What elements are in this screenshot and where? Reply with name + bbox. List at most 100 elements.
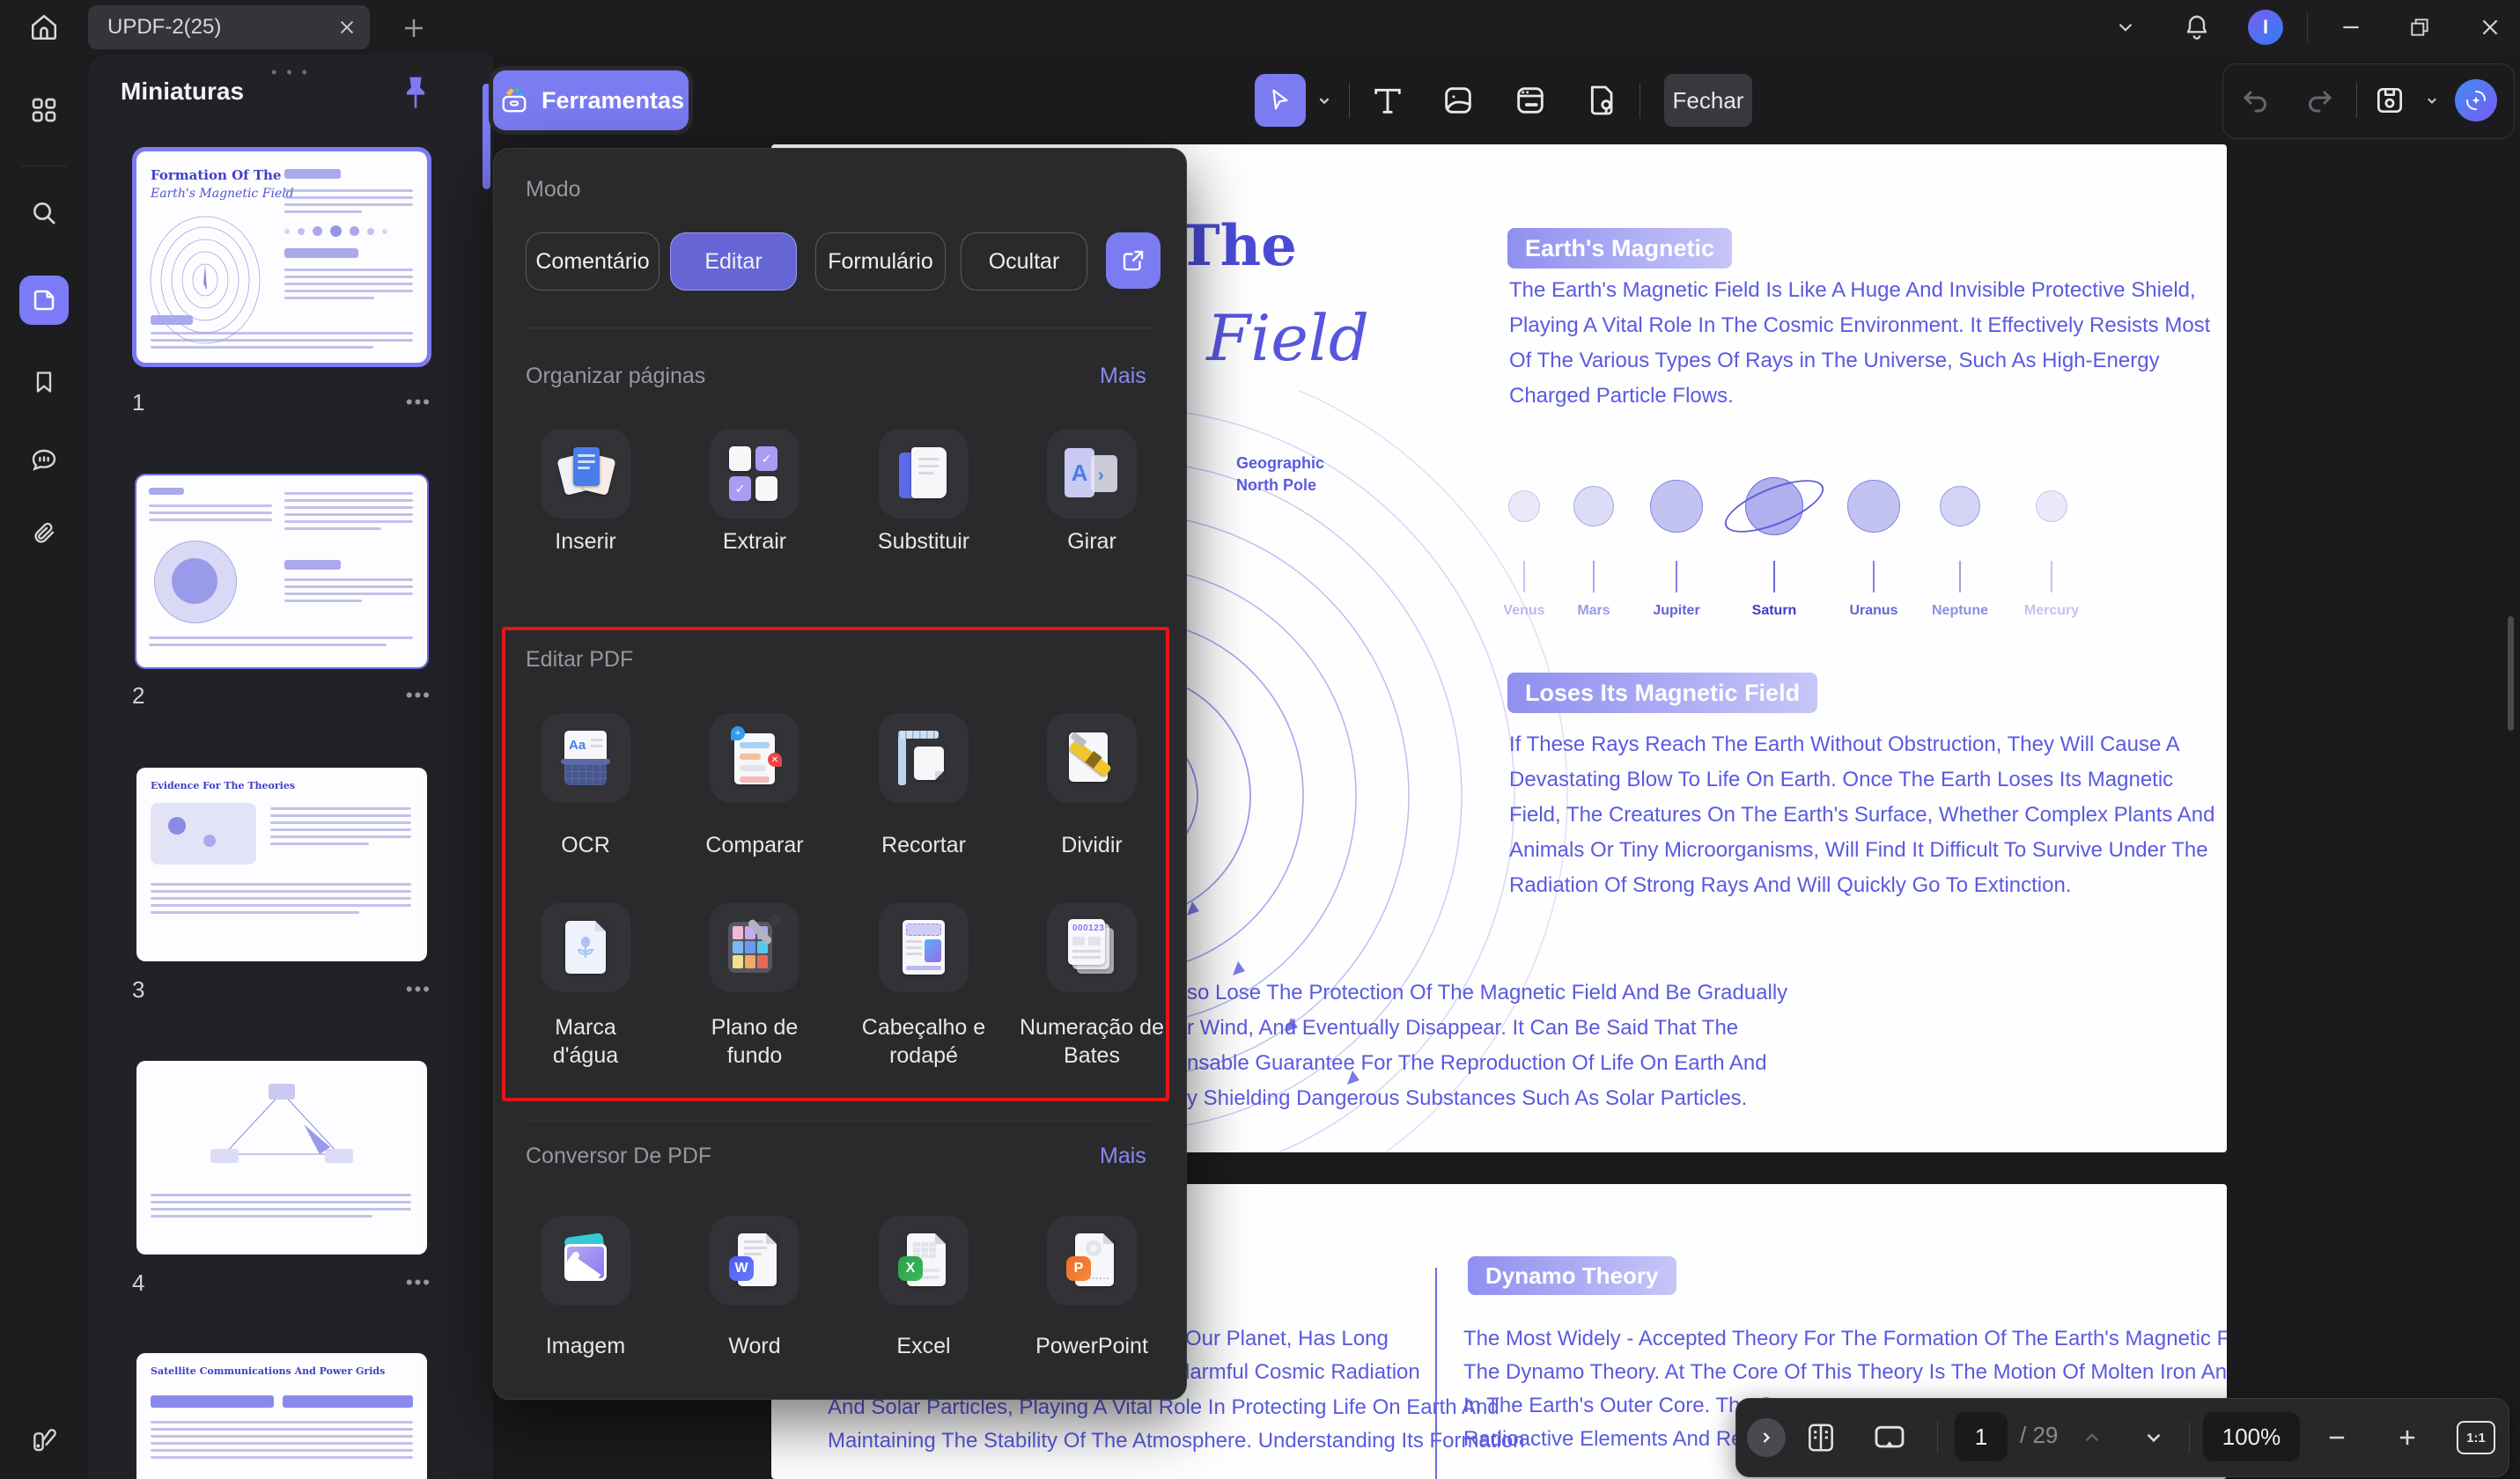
mode-hide-button[interactable]: Ocultar: [961, 232, 1087, 291]
tile-excel[interactable]: X: [879, 1216, 969, 1306]
cursor-arrow-icon: [1267, 87, 1293, 114]
save-icon[interactable]: [2367, 77, 2413, 123]
planet-mercury: Mercury: [2009, 460, 2094, 619]
restore-window-icon[interactable]: [2400, 12, 2439, 42]
save-dropdown-icon[interactable]: [2416, 77, 2448, 123]
thumb4-menu-icon[interactable]: •••: [406, 1271, 431, 1294]
zoom-in-icon[interactable]: [2388, 1418, 2427, 1457]
ferramentas-label: Ferramentas: [542, 87, 684, 114]
tab-close-icon[interactable]: [329, 10, 365, 45]
thumb3-number-row: 3 •••: [132, 975, 431, 1004]
planet-neptune: Neptune: [1918, 460, 2002, 619]
ferramentas-button[interactable]: Ferramentas: [493, 70, 689, 130]
tile-excel-label: Excel: [839, 1332, 1008, 1360]
thumbnail-page-3[interactable]: Evidence For The Theories: [136, 768, 427, 961]
attachments-paperclip-icon[interactable]: [19, 509, 69, 558]
thumbnail-page-2[interactable]: [136, 475, 427, 667]
tabs-dropdown-icon[interactable]: [2108, 12, 2143, 42]
presentation-mode-icon[interactable]: [1870, 1418, 1909, 1457]
notifications-bell-icon[interactable]: [2178, 9, 2215, 46]
page2-column-divider: [1435, 1268, 1437, 1479]
select-tool-button[interactable]: [1255, 74, 1306, 127]
new-tab-icon[interactable]: [398, 12, 430, 44]
thumbnails-panel: • • • Miniaturas Formation Of The Earth'…: [88, 55, 493, 1479]
expand-toolbar-icon[interactable]: [1747, 1418, 1786, 1457]
popover-divider-2: [526, 1121, 1154, 1122]
badge-loses-magnetic-field: Loses Its Magnetic Field: [1507, 673, 1817, 713]
tile-powerpoint[interactable]: P: [1047, 1216, 1137, 1306]
add-text-icon[interactable]: [1365, 77, 1411, 123]
convert-more-link[interactable]: Mais: [1100, 1144, 1146, 1169]
thumb4-number: 4: [132, 1269, 144, 1297]
thumb1-title-line1: Formation Of The: [151, 167, 281, 183]
page-pin-icon[interactable]: [1580, 77, 1625, 123]
user-avatar[interactable]: I: [2248, 10, 2283, 45]
fechar-button[interactable]: Fechar: [1664, 74, 1752, 127]
organize-more-link[interactable]: Mais: [1100, 364, 1146, 389]
diagram-label-north-pole: GeographicNorth Pole: [1236, 453, 1324, 497]
tile-imagem[interactable]: [541, 1216, 630, 1306]
redo-icon[interactable]: [2296, 77, 2342, 123]
ai-assistant-icon[interactable]: [2455, 79, 2497, 121]
thumb2-menu-icon[interactable]: •••: [406, 684, 431, 707]
thumbnails-panel-icon[interactable]: [19, 276, 69, 325]
toolbox-icon: [497, 84, 531, 117]
previous-page-icon[interactable]: [2073, 1418, 2111, 1457]
tile-word[interactable]: W: [710, 1216, 799, 1306]
thumb1-number: 1: [132, 389, 144, 416]
actual-size-icon[interactable]: 1:1: [2457, 1418, 2495, 1457]
stamp-swatches-icon[interactable]: [19, 1415, 69, 1464]
zoom-level-input[interactable]: 100%: [2203, 1412, 2300, 1461]
search-icon[interactable]: [19, 188, 69, 238]
page-number-input[interactable]: 1: [1955, 1412, 2008, 1461]
comments-icon[interactable]: [19, 435, 69, 484]
zoom-out-icon[interactable]: [2317, 1418, 2356, 1457]
tile-extrair[interactable]: ✓ ✓: [710, 429, 799, 519]
planet-saturn: Saturn: [1732, 460, 1816, 619]
tile-substituir[interactable]: [879, 429, 969, 519]
titlebar: UPDF-2(25) I: [0, 0, 2520, 55]
thumbnail-page-4[interactable]: [136, 1061, 427, 1255]
pin-panel-icon[interactable]: [398, 74, 433, 113]
page-layout-icon[interactable]: [1802, 1418, 1840, 1457]
mode-comment-button[interactable]: Comentário: [526, 232, 659, 291]
thumb1-menu-icon[interactable]: •••: [406, 391, 431, 414]
mode-form-button[interactable]: Formulário: [815, 232, 946, 291]
add-image-icon[interactable]: [1435, 77, 1481, 123]
toolbar-divider-3: [2356, 83, 2357, 118]
tile-substituir-label: Substituir: [839, 527, 1008, 556]
mode-edit-button[interactable]: Editar: [670, 232, 797, 291]
undo-icon[interactable]: [2233, 77, 2279, 123]
thumb3-number: 3: [132, 976, 144, 1004]
bookmarks-icon[interactable]: [19, 357, 69, 407]
titlebar-divider: [2307, 12, 2308, 42]
panel-drag-handle-icon[interactable]: • • •: [264, 63, 317, 82]
bottombar-divider-1: [1937, 1422, 1938, 1453]
thumb4-number-row: 4 •••: [132, 1268, 431, 1298]
updf-window: UPDF-2(25) I: [0, 0, 2520, 1479]
thumb1-lines3: [151, 327, 413, 353]
tile-girar[interactable]: A ›: [1047, 429, 1137, 519]
thumb3-menu-icon[interactable]: •••: [406, 978, 431, 1001]
mode-expand-button[interactable]: [1106, 232, 1161, 289]
editpdf-highlight-rectangle: [502, 627, 1169, 1101]
document-tab[interactable]: UPDF-2(25): [88, 5, 370, 49]
thumbnail-page-1[interactable]: Formation Of The Earth's Magnetic Field: [136, 151, 427, 363]
add-link-icon[interactable]: [1507, 77, 1553, 123]
minimize-icon[interactable]: [2332, 12, 2370, 42]
thumbnails-title: Miniaturas: [121, 77, 244, 106]
tile-inserir[interactable]: [541, 429, 630, 519]
badge-dynamo-theory: Dynamo Theory: [1468, 1256, 1676, 1295]
document-scrollbar[interactable]: [2508, 616, 2514, 731]
popover-divider-1: [526, 327, 1154, 328]
select-tool-dropdown-icon[interactable]: [1308, 77, 1340, 123]
apps-grid-icon[interactable]: [19, 85, 69, 135]
thumbnail-page-5[interactable]: Satellite Communications And Power Grids: [136, 1353, 427, 1479]
tile-imagem-label: Imagem: [501, 1332, 670, 1360]
close-window-icon[interactable]: [2471, 12, 2509, 42]
page-count-label: / 29: [2020, 1422, 2058, 1449]
next-page-icon[interactable]: [2134, 1418, 2173, 1457]
thumb1-planets: [284, 225, 413, 237]
home-icon[interactable]: [25, 8, 63, 47]
thumbnails-scrollbar[interactable]: [483, 84, 490, 189]
